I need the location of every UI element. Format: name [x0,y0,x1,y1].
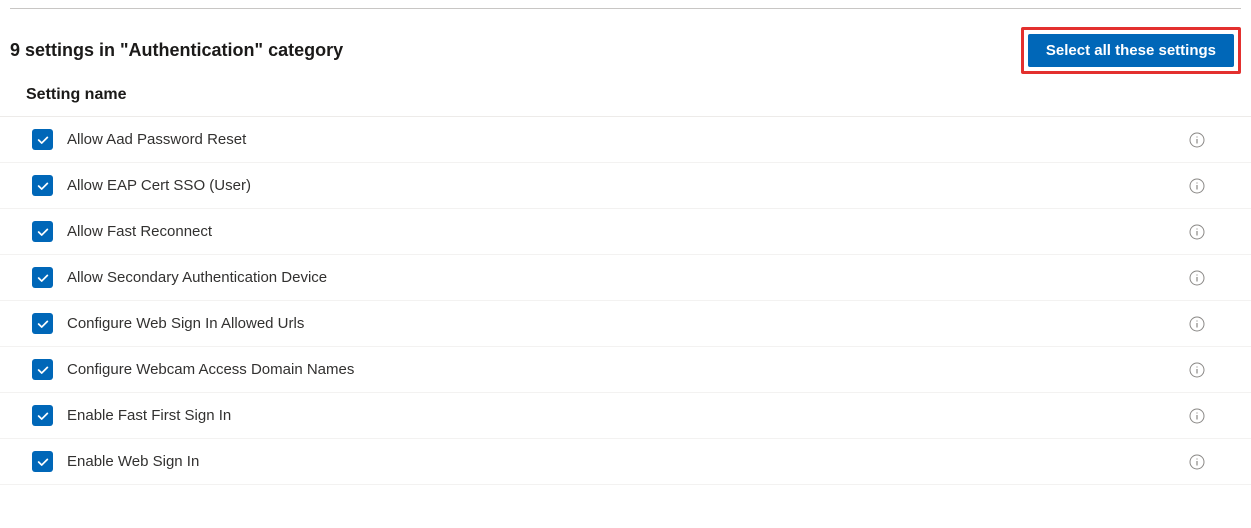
settings-scroll-area[interactable]: Allow Aad Password Reset Allow EAP Cert S… [0,117,1251,519]
setting-checkbox[interactable] [32,267,53,288]
setting-row[interactable]: Configure Webcam Access Domain Names [0,347,1251,393]
setting-checkbox[interactable] [32,313,53,334]
info-icon[interactable] [1189,362,1205,378]
setting-label: Configure Web Sign In Allowed Urls [67,315,304,332]
info-icon[interactable] [1189,270,1205,286]
setting-label: Enable Web Sign In [67,453,199,470]
setting-row-left: Configure Webcam Access Domain Names [32,359,354,380]
checkmark-icon [36,363,50,377]
setting-row[interactable]: Configure Web Sign In Allowed Urls [0,301,1251,347]
setting-row[interactable]: Enable Fast First Sign In [0,393,1251,439]
setting-checkbox[interactable] [32,175,53,196]
setting-label: Enable Fast First Sign In [67,407,231,424]
setting-checkbox[interactable] [32,359,53,380]
setting-row[interactable]: Enable Web Sign In [0,439,1251,485]
setting-row[interactable]: Allow Fast Reconnect [0,209,1251,255]
info-icon[interactable] [1189,178,1205,194]
info-icon[interactable] [1189,454,1205,470]
setting-label: Allow Secondary Authentication Device [67,269,327,286]
info-icon[interactable] [1189,224,1205,240]
category-summary: 9 settings in "Authentication" category [10,40,343,61]
select-all-highlight: Select all these settings [1021,27,1241,74]
checkmark-icon [36,271,50,285]
setting-label: Allow Fast Reconnect [67,223,212,240]
setting-row-left: Allow Fast Reconnect [32,221,212,242]
setting-row-left: Configure Web Sign In Allowed Urls [32,313,304,334]
list-spacer [0,485,1251,519]
setting-row-left: Enable Web Sign In [32,451,199,472]
setting-row[interactable]: Allow Aad Password Reset [0,117,1251,163]
checkmark-icon [36,317,50,331]
setting-row[interactable]: Allow EAP Cert SSO (User) [0,163,1251,209]
setting-row-left: Allow EAP Cert SSO (User) [32,175,251,196]
setting-label: Configure Webcam Access Domain Names [67,361,354,378]
info-icon[interactable] [1189,316,1205,332]
setting-row[interactable]: Allow Secondary Authentication Device [0,255,1251,301]
setting-checkbox[interactable] [32,405,53,426]
info-icon[interactable] [1189,132,1205,148]
info-icon[interactable] [1189,408,1205,424]
settings-list-container: Allow Aad Password Reset Allow EAP Cert S… [0,117,1251,519]
setting-label: Allow Aad Password Reset [67,131,246,148]
setting-checkbox[interactable] [32,451,53,472]
setting-label: Allow EAP Cert SSO (User) [67,177,251,194]
column-header-setting-name[interactable]: Setting name [0,84,1251,117]
setting-row-left: Allow Secondary Authentication Device [32,267,327,288]
checkmark-icon [36,455,50,469]
setting-checkbox[interactable] [32,221,53,242]
checkmark-icon [36,133,50,147]
setting-checkbox[interactable] [32,129,53,150]
setting-row-left: Enable Fast First Sign In [32,405,231,426]
setting-row-left: Allow Aad Password Reset [32,129,246,150]
checkmark-icon [36,409,50,423]
select-all-button[interactable]: Select all these settings [1028,34,1234,67]
checkmark-icon [36,225,50,239]
checkmark-icon [36,179,50,193]
header-row: 9 settings in "Authentication" category … [0,9,1251,84]
